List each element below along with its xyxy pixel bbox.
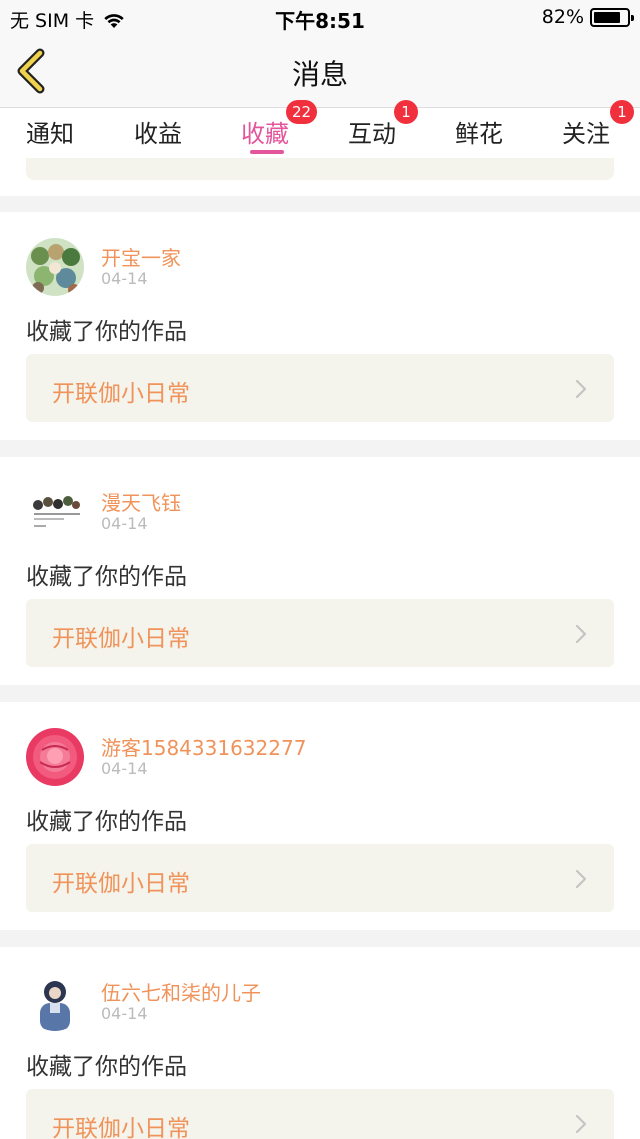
tab-favorites[interactable]: 收藏 xyxy=(241,114,289,149)
work-title: 开联伽小日常 xyxy=(52,1116,190,1139)
tab-favorites-badge: 22 xyxy=(286,100,318,124)
tab-notify[interactable]: 通知 xyxy=(26,114,74,149)
user-name[interactable]: 游客1584331632277 xyxy=(101,732,306,761)
work-link[interactable]: 开联伽小日常 xyxy=(26,844,614,912)
partial-work-box xyxy=(26,158,614,180)
avatar[interactable] xyxy=(26,483,84,541)
page-title: 消息 xyxy=(291,58,348,91)
tab-interact[interactable]: 互动 xyxy=(348,114,396,149)
chevron-right-icon xyxy=(575,624,587,644)
date-label: 04-14 xyxy=(101,514,148,533)
notification-card: 伍六七和柒的儿子 04-14 收藏了你的作品 开联伽小日常 xyxy=(0,947,640,1139)
battery-icon xyxy=(590,7,634,27)
tab-follow-badge: 1 xyxy=(610,100,634,124)
battery-percent: 82% xyxy=(541,6,584,28)
tab-bar: 通知 收益 收藏 22 互动 1 鲜花 关注 1 xyxy=(0,100,640,158)
avatar[interactable] xyxy=(26,973,84,1031)
tab-earnings[interactable]: 收益 xyxy=(134,114,182,149)
status-right: 82% xyxy=(541,6,634,28)
work-title: 开联伽小日常 xyxy=(52,626,190,652)
chevron-right-icon xyxy=(575,379,587,399)
chevron-right-icon xyxy=(575,1114,587,1134)
user-name[interactable]: 开宝一家 xyxy=(101,242,181,271)
action-text: 收藏了你的作品 xyxy=(26,1054,187,1080)
status-bar: 无 SIM 卡 下午8:51 82% xyxy=(0,0,640,36)
work-link[interactable]: 开联伽小日常 xyxy=(26,354,614,422)
active-tab-indicator xyxy=(250,150,284,154)
tab-interact-badge: 1 xyxy=(394,100,418,124)
notification-card: 开宝一家 04-14 收藏了你的作品 开联伽小日常 xyxy=(0,212,640,440)
avatar[interactable] xyxy=(26,728,84,786)
user-name[interactable]: 漫天飞钰 xyxy=(101,487,181,516)
date-label: 04-14 xyxy=(101,1004,148,1023)
battery-fill xyxy=(594,11,621,23)
work-link[interactable]: 开联伽小日常 xyxy=(26,599,614,667)
partial-card xyxy=(0,158,640,196)
date-label: 04-14 xyxy=(101,759,148,778)
user-name[interactable]: 伍六七和柒的儿子 xyxy=(101,977,261,1006)
action-text: 收藏了你的作品 xyxy=(26,319,187,345)
action-text: 收藏了你的作品 xyxy=(26,564,187,590)
tab-flowers[interactable]: 鲜花 xyxy=(455,114,503,149)
notification-card: 漫天飞钰 04-14 收藏了你的作品 开联伽小日常 xyxy=(0,457,640,685)
work-title: 开联伽小日常 xyxy=(52,871,190,897)
date-label: 04-14 xyxy=(101,269,148,288)
action-text: 收藏了你的作品 xyxy=(26,809,187,835)
tab-follow[interactable]: 关注 xyxy=(562,114,610,149)
work-title: 开联伽小日常 xyxy=(52,381,190,407)
work-link[interactable]: 开联伽小日常 xyxy=(26,1089,614,1139)
notification-card: 游客1584331632277 04-14 收藏了你的作品 开联伽小日常 xyxy=(0,702,640,930)
chevron-right-icon xyxy=(575,869,587,889)
battery-cap xyxy=(631,14,634,21)
nav-bar: 消息 xyxy=(0,36,640,108)
avatar[interactable] xyxy=(26,238,84,296)
